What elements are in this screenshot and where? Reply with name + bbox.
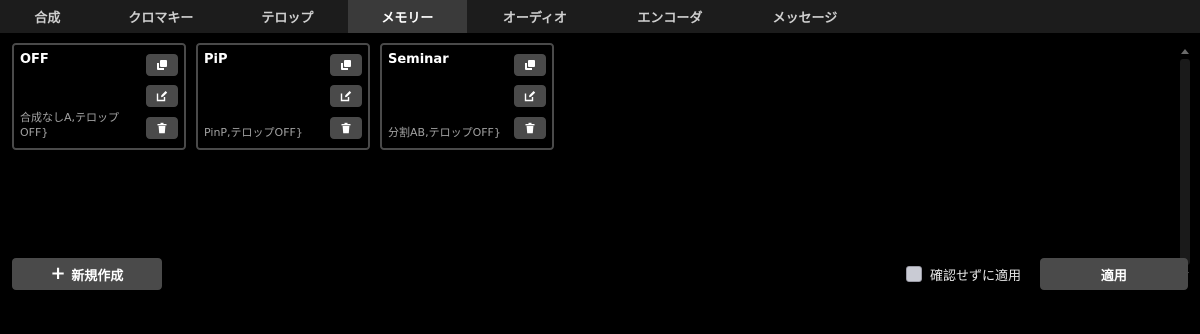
copy-button[interactable]	[330, 54, 362, 76]
tab-bar: 合成 クロマキー テロップ メモリー オーディオ エンコーダ メッセージ	[0, 0, 1200, 33]
trash-icon	[525, 122, 535, 134]
vertical-scrollbar[interactable]	[1178, 43, 1192, 281]
delete-button[interactable]	[146, 117, 178, 139]
apply-without-confirm-checkbox[interactable]	[906, 266, 922, 282]
tab-message[interactable]: メッセージ	[737, 0, 873, 33]
memory-card-title: Seminar	[388, 52, 449, 67]
copy-button[interactable]	[514, 54, 546, 76]
apply-without-confirm-option[interactable]: 確認せずに適用	[906, 264, 1021, 284]
tab-encoder[interactable]: エンコーダ	[603, 0, 737, 33]
apply-button[interactable]: 適用	[1040, 258, 1188, 290]
trash-icon	[157, 122, 167, 134]
edit-icon	[524, 91, 536, 102]
memory-card-description: PinP,テロップOFF}	[204, 126, 303, 139]
memory-card[interactable]: Seminar 分割AB,テロップOFF}	[380, 43, 554, 150]
memory-list-area: OFF 合成なしA,テロップOFF} PiP PinP,テロップOFF} Sem…	[0, 33, 1200, 334]
tab-audio[interactable]: オーディオ	[467, 0, 603, 33]
plus-icon: +	[50, 263, 66, 284]
tab-composite[interactable]: 合成	[0, 0, 95, 33]
tab-chromakey[interactable]: クロマキー	[95, 0, 227, 33]
memory-card-description: 分割AB,テロップOFF}	[388, 126, 501, 139]
delete-button[interactable]	[330, 117, 362, 139]
edit-button[interactable]	[330, 85, 362, 107]
copy-button[interactable]	[146, 54, 178, 76]
edit-button[interactable]	[146, 85, 178, 107]
tab-memory[interactable]: メモリー	[348, 0, 467, 33]
edit-icon	[156, 91, 168, 102]
trash-icon	[341, 122, 351, 134]
apply-without-confirm-label: 確認せずに適用	[930, 268, 1022, 284]
memory-card[interactable]: OFF 合成なしA,テロップOFF}	[12, 43, 186, 150]
memory-card-list: OFF 合成なしA,テロップOFF} PiP PinP,テロップOFF} Sem…	[12, 43, 554, 150]
memory-panel: 合成 クロマキー テロップ メモリー オーディオ エンコーダ メッセージ OFF…	[0, 0, 1200, 334]
memory-card-title: OFF	[20, 52, 49, 67]
scroll-up-icon[interactable]	[1181, 49, 1189, 54]
memory-card[interactable]: PiP PinP,テロップOFF}	[196, 43, 370, 150]
copy-icon	[157, 60, 167, 70]
memory-card-title: PiP	[204, 52, 228, 67]
delete-button[interactable]	[514, 117, 546, 139]
edit-button[interactable]	[514, 85, 546, 107]
edit-icon	[340, 91, 352, 102]
memory-card-description: 合成なしA,テロップOFF}	[20, 111, 120, 139]
scroll-track[interactable]	[1180, 59, 1190, 265]
tab-telop[interactable]: テロップ	[227, 0, 348, 33]
copy-icon	[525, 60, 535, 70]
copy-icon	[341, 60, 351, 70]
new-memory-button[interactable]: + 新規作成	[12, 258, 162, 290]
new-memory-label: 新規作成	[71, 268, 124, 284]
